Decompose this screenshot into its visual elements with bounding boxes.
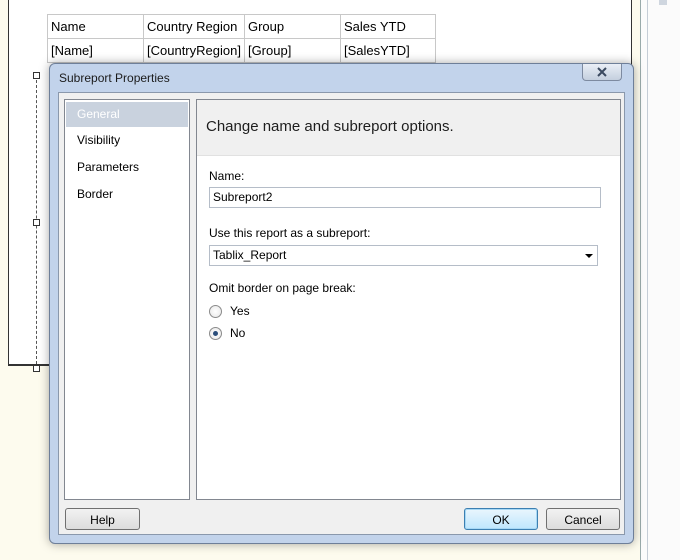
subreport-select[interactable]: Tablix_Report — [209, 245, 598, 266]
dialog-titlebar[interactable]: Subreport Properties — [50, 64, 633, 92]
resize-handle-bottom-left[interactable] — [33, 365, 40, 372]
side-panel — [640, 0, 680, 560]
panel-title: Change name and subreport options. — [197, 100, 620, 156]
dialog-client-area: General Visibility Parameters Border Cha… — [58, 92, 625, 535]
omit-border-label: Omit border on page break: — [209, 281, 356, 295]
tablix-detail-cell[interactable]: [CountryRegion] — [143, 38, 245, 63]
subreport-properties-dialog: Subreport Properties General Visibility … — [49, 63, 634, 544]
name-input[interactable]: Subreport2 — [209, 187, 601, 208]
radio-no-label[interactable]: No — [230, 326, 245, 340]
chevron-down-icon[interactable] — [585, 254, 593, 258]
radio-no-row[interactable]: No — [209, 326, 245, 340]
radio-no[interactable] — [209, 326, 222, 340]
tablix-header-row: Name Country Region Group Sales YTD — [47, 14, 436, 39]
tablix-header-cell[interactable]: Group — [243, 14, 341, 39]
nav-item-general[interactable]: General — [66, 102, 188, 127]
resize-handle-middle-left[interactable] — [33, 219, 40, 226]
general-page-panel: Change name and subreport options. Name:… — [196, 99, 621, 500]
side-panel-divider — [647, 0, 648, 560]
radio-yes-row[interactable]: Yes — [209, 304, 250, 318]
tablix-detail-cell[interactable]: [Group] — [243, 38, 341, 63]
radio-yes-label[interactable]: Yes — [230, 304, 250, 318]
close-icon — [597, 67, 607, 77]
name-label: Name: — [209, 169, 245, 183]
tablix[interactable]: Name Country Region Group Sales YTD [Nam… — [47, 14, 436, 63]
subreport-label: Use this report as a subreport: — [209, 226, 371, 240]
page-nav-list: General Visibility Parameters Border — [64, 99, 190, 500]
nav-item-parameters[interactable]: Parameters — [65, 154, 189, 181]
dialog-title: Subreport Properties — [59, 71, 170, 85]
radio-yes[interactable] — [209, 304, 222, 318]
tablix-header-cell[interactable]: Sales YTD — [339, 14, 436, 39]
nav-item-visibility[interactable]: Visibility — [65, 127, 189, 154]
ok-button[interactable]: OK — [464, 508, 538, 530]
close-button[interactable] — [582, 64, 622, 81]
cancel-button[interactable]: Cancel — [546, 508, 620, 530]
tablix-header-cell[interactable]: Name — [47, 14, 144, 39]
side-panel-marker — [659, 0, 667, 5]
tablix-detail-row: [Name] [CountryRegion] [Group] [SalesYTD… — [47, 38, 436, 63]
tablix-header-cell[interactable]: Country Region — [143, 14, 245, 39]
help-button[interactable]: Help — [65, 508, 140, 530]
resize-handle-top-left[interactable] — [33, 72, 40, 79]
nav-item-border[interactable]: Border — [65, 181, 189, 208]
subreport-select-value: Tablix_Report — [213, 248, 287, 262]
tablix-detail-cell[interactable]: [SalesYTD] — [339, 38, 436, 63]
tablix-detail-cell[interactable]: [Name] — [47, 38, 144, 63]
